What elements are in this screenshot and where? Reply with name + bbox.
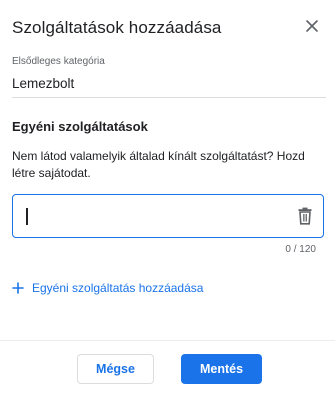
close-button[interactable] xyxy=(303,17,321,35)
delete-service-button[interactable] xyxy=(297,207,313,225)
primary-category-label: Elsődleges kategória xyxy=(12,56,105,67)
custom-services-heading: Egyéni szolgáltatások xyxy=(12,119,148,134)
custom-service-input[interactable] xyxy=(12,194,324,238)
custom-services-description: Nem látod valamelyik általad kínált szol… xyxy=(12,149,305,180)
footer-divider xyxy=(0,340,335,341)
trash-icon xyxy=(298,207,312,225)
primary-category-divider xyxy=(12,97,326,98)
add-custom-service-label: Egyéni szolgáltatás hozzáadása xyxy=(32,281,204,295)
dialog-title: Szolgáltatások hozzáadása xyxy=(12,18,222,37)
save-button[interactable]: Mentés xyxy=(181,354,262,384)
cancel-button[interactable]: Mégse xyxy=(77,354,154,384)
primary-category-value: Lemezbolt xyxy=(12,76,75,91)
character-counter: 0 / 120 xyxy=(285,244,316,255)
plus-icon xyxy=(12,282,24,294)
text-caret xyxy=(26,208,28,225)
add-custom-service-link[interactable]: Egyéni szolgáltatás hozzáadása xyxy=(12,281,203,295)
close-icon xyxy=(306,20,318,32)
add-services-dialog: Szolgáltatások hozzáadása Elsődleges kat… xyxy=(0,0,335,394)
